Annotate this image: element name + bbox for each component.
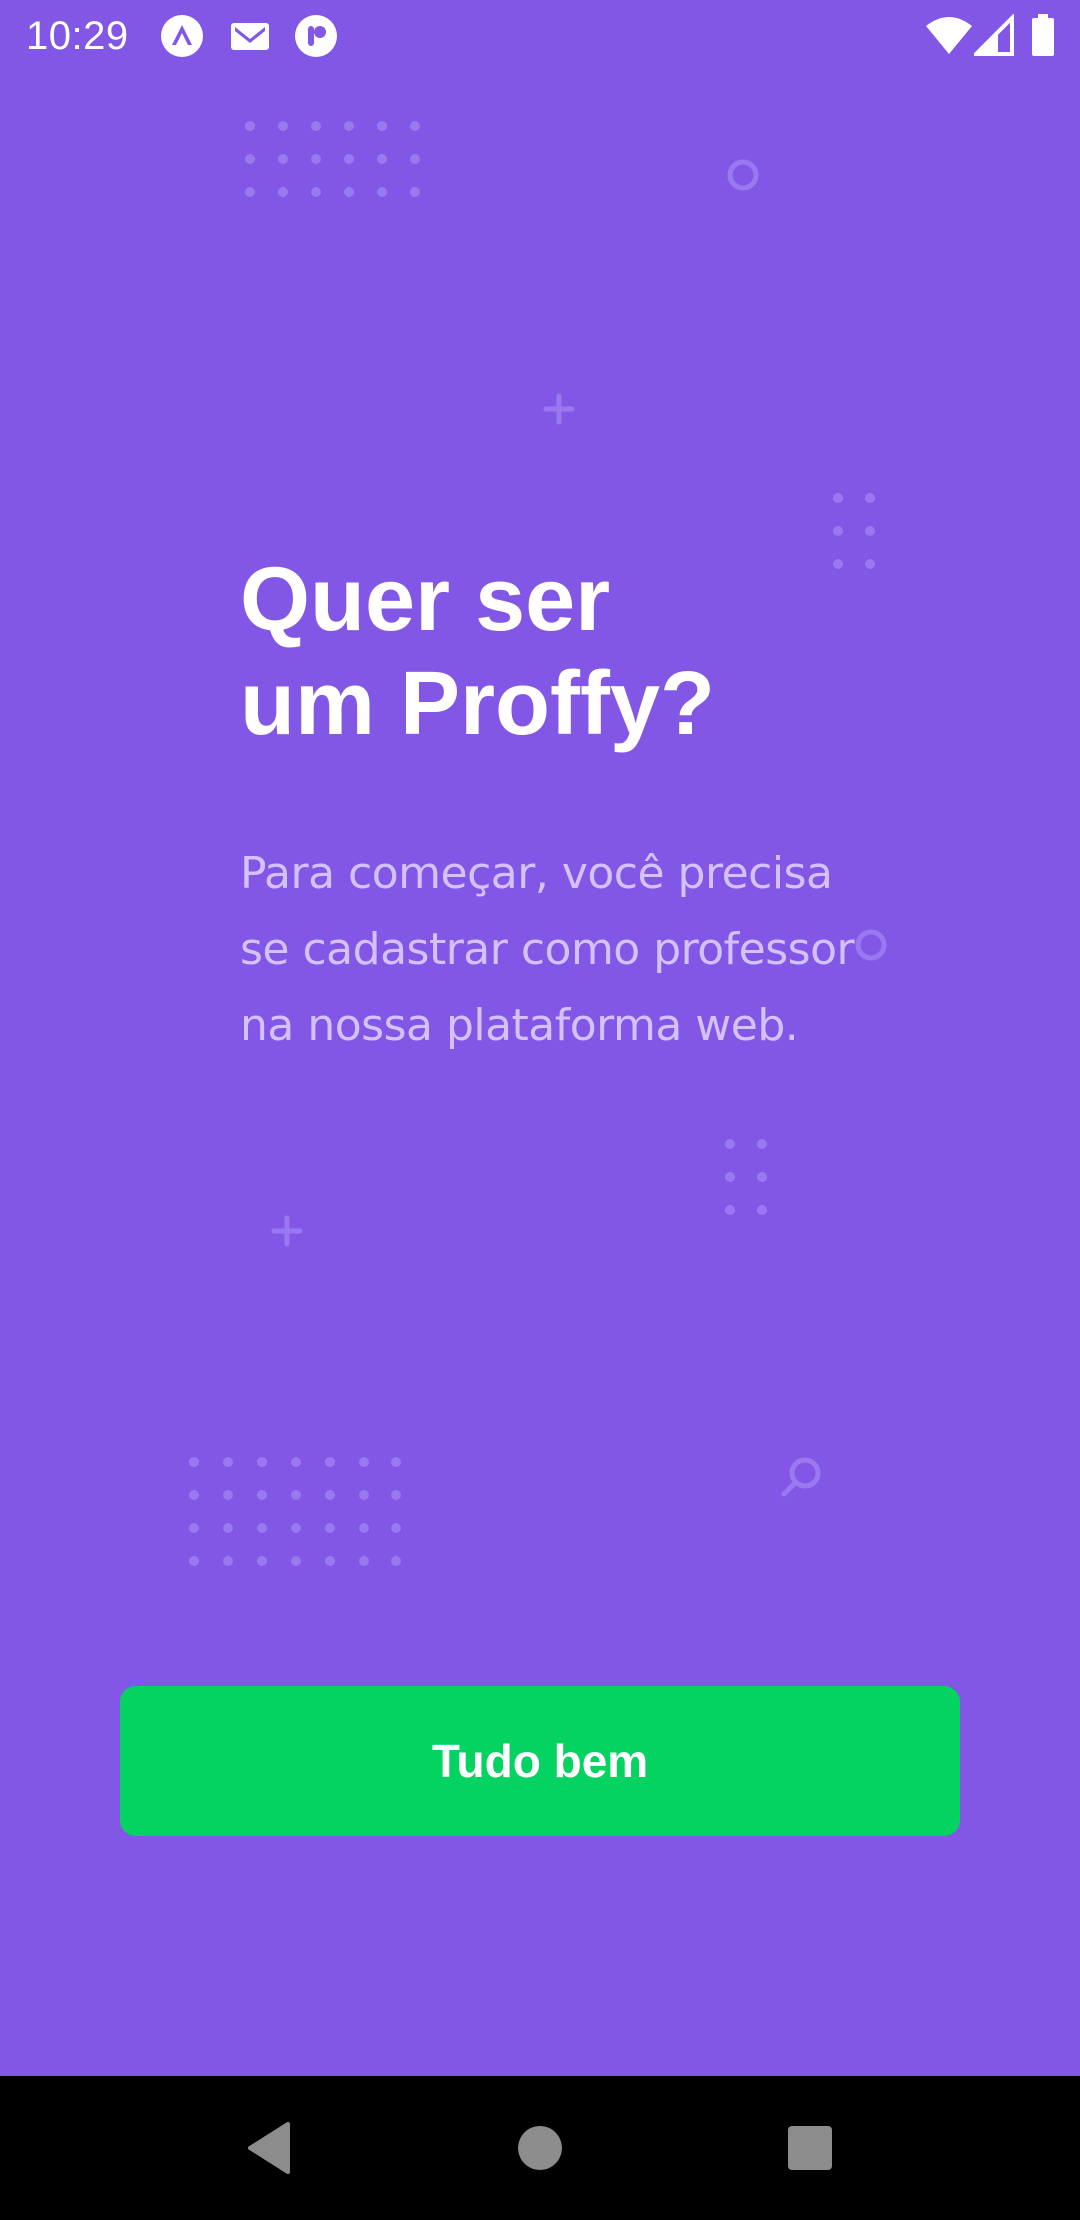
plus-decoration — [271, 1215, 303, 1247]
dot-grid-decoration-bottom — [189, 1457, 401, 1566]
battery-icon — [1032, 14, 1054, 56]
circle-decoration — [727, 159, 759, 191]
plus-decoration — [543, 393, 575, 425]
title-line-1: Quer ser — [240, 550, 611, 650]
notification-app-icon — [295, 15, 337, 57]
status-time: 10:29 — [26, 14, 129, 58]
title-line-2: um Proffy? — [240, 654, 716, 754]
signal-icon — [974, 14, 1014, 56]
ok-button[interactable]: Tudo bem — [120, 1686, 960, 1836]
page-title: Quer ser um Proffy? — [240, 548, 940, 756]
expo-app-icon — [161, 15, 203, 57]
back-icon[interactable] — [236, 2112, 308, 2184]
recents-icon[interactable] — [774, 2112, 846, 2184]
wifi-icon — [926, 17, 972, 54]
gmail-icon — [231, 23, 269, 50]
page-description: Para começar, você precisa se cadastrar … — [240, 848, 855, 1051]
search-decoration-icon — [781, 1457, 821, 1497]
status-bar: 10:29 — [0, 0, 1080, 72]
dot-grid-decoration-top — [245, 121, 420, 197]
give-classes-screen: 10:29 Quer ser um Proffy? Para começar, … — [0, 0, 1080, 2220]
dot-grid-decoration-middle — [725, 1139, 767, 1215]
navigation-bar — [0, 2076, 1080, 2220]
home-icon[interactable] — [504, 2112, 576, 2184]
